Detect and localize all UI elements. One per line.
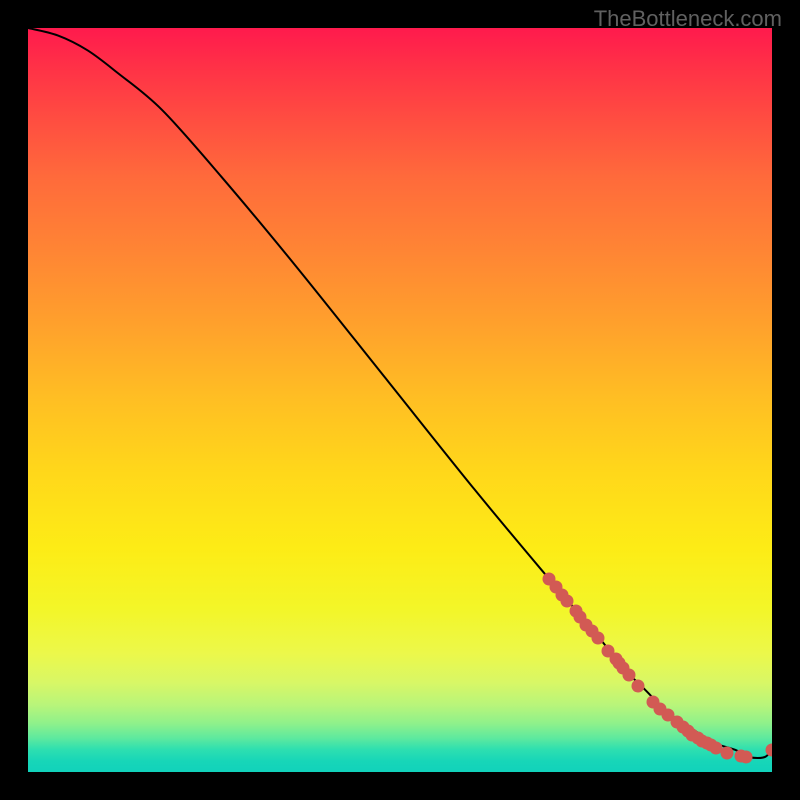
- data-point-marker: [721, 746, 734, 759]
- data-point-marker: [591, 632, 604, 645]
- watermark: TheBottleneck.com: [594, 6, 782, 32]
- plot-area: [28, 28, 772, 772]
- data-point-marker: [739, 751, 752, 764]
- data-point-marker: [632, 679, 645, 692]
- bottleneck-curve: [28, 28, 772, 758]
- data-point-marker: [766, 743, 773, 756]
- chart-svg: [28, 28, 772, 772]
